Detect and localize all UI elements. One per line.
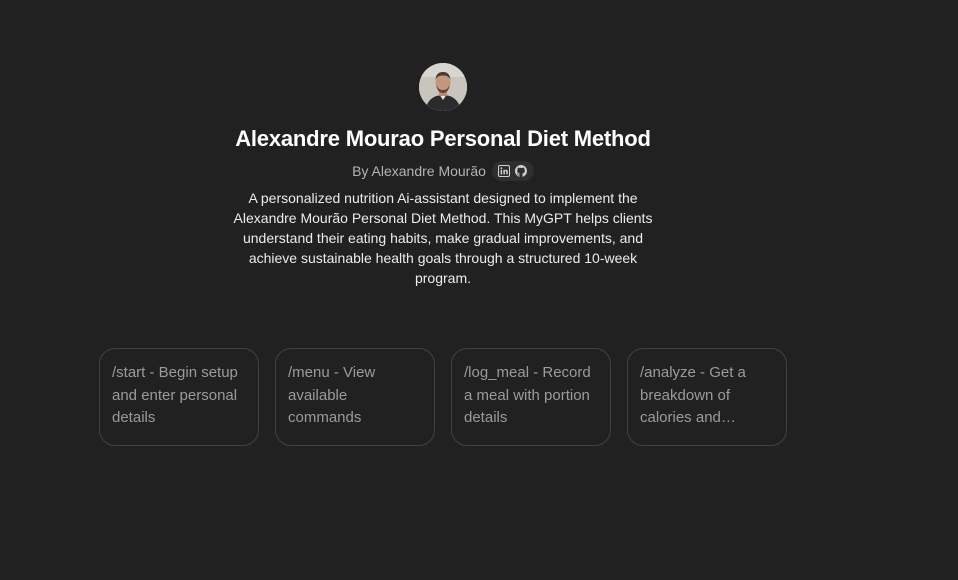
author-byline: By Alexandre Mourão — [352, 163, 486, 179]
social-links — [491, 161, 534, 181]
github-icon[interactable] — [515, 165, 528, 178]
gpt-description: A personalized nutrition Ai-assistant de… — [233, 190, 653, 286]
starter-card-label: /start - Begin setup and enter personal … — [112, 364, 238, 426]
linkedin-icon[interactable] — [498, 165, 511, 178]
starter-card-label: /log_meal - Record a meal with portion d… — [464, 364, 591, 426]
starter-card-analyze[interactable]: /analyze - Get a breakdown of calories a… — [627, 348, 787, 446]
gpt-intro-page: Alexandre Mourao Personal Diet Method By… — [0, 0, 958, 580]
gpt-title: Alexandre Mourao Personal Diet Method — [235, 126, 651, 151]
starter-card-start[interactable]: /start - Begin setup and enter personal … — [99, 348, 259, 446]
starter-card-label: /analyze - Get a breakdown of calories a… — [640, 364, 746, 426]
starter-card-log-meal[interactable]: /log_meal - Record a meal with portion d… — [451, 348, 611, 446]
gpt-header: Alexandre Mourao Personal Diet Method By… — [0, 63, 886, 288]
starter-card-label: /menu - View available commands — [288, 364, 376, 426]
avatar — [419, 63, 467, 111]
author-row: By Alexandre Mourão — [352, 161, 534, 181]
conversation-starters: /start - Begin setup and enter personal … — [99, 348, 787, 446]
starter-card-menu[interactable]: /menu - View available commands — [275, 348, 435, 446]
